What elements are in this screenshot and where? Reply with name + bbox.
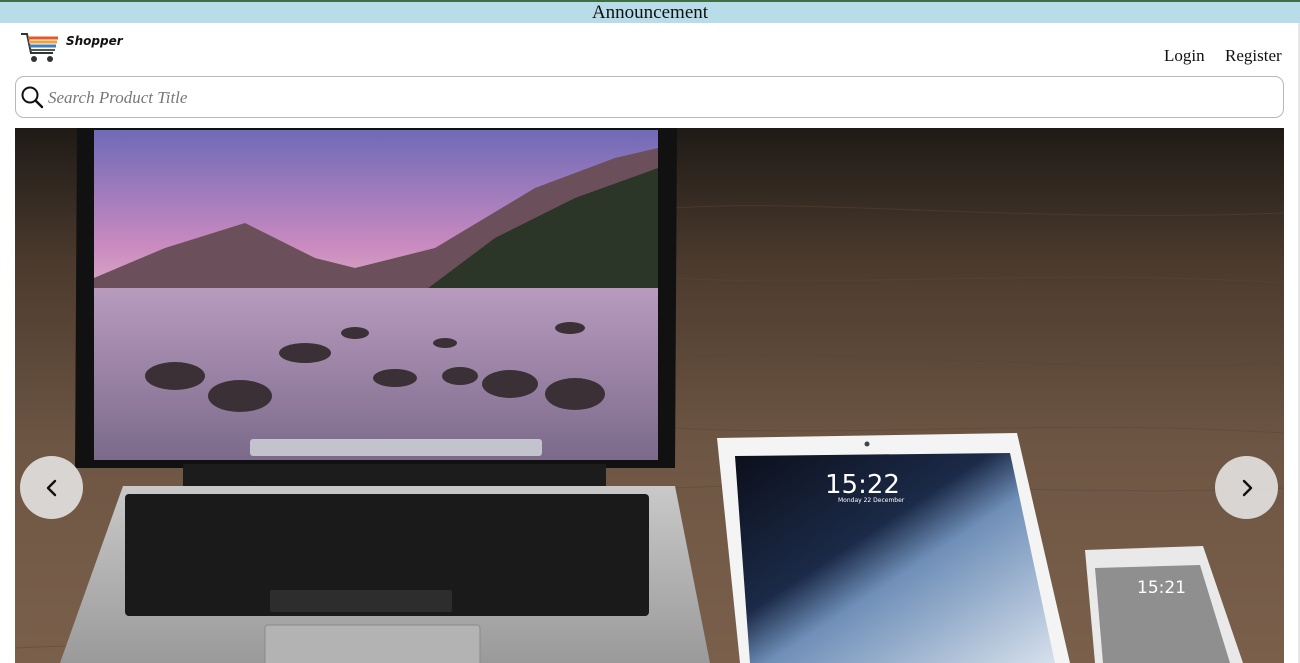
tablet-time: 15:22 <box>825 470 900 500</box>
chevron-right-icon <box>1242 479 1252 496</box>
search-bar <box>15 76 1284 118</box>
chevron-left-icon <box>46 479 56 496</box>
carousel-next-button[interactable] <box>1215 456 1278 519</box>
announcement-text: Announcement <box>591 2 709 23</box>
search-input[interactable] <box>46 83 1270 113</box>
phone-time: 15:21 <box>1137 578 1186 598</box>
carousel-prev-button[interactable] <box>20 456 83 519</box>
shopping-cart-icon <box>21 33 58 62</box>
search-icon <box>21 86 44 109</box>
hero-carousel: 15:22 Monday 22 December 15:21 <box>15 128 1284 663</box>
brand-logo[interactable]: Shopper <box>20 31 123 65</box>
tablet-date: Monday 22 December <box>838 497 905 504</box>
login-link[interactable]: Login <box>1164 46 1205 66</box>
register-link[interactable]: Register <box>1225 46 1282 66</box>
announcement-bar: Announcement <box>0 0 1300 23</box>
carousel-slide-image: 15:22 Monday 22 December 15:21 <box>15 128 1284 663</box>
brand-name: Shopper <box>66 34 123 48</box>
